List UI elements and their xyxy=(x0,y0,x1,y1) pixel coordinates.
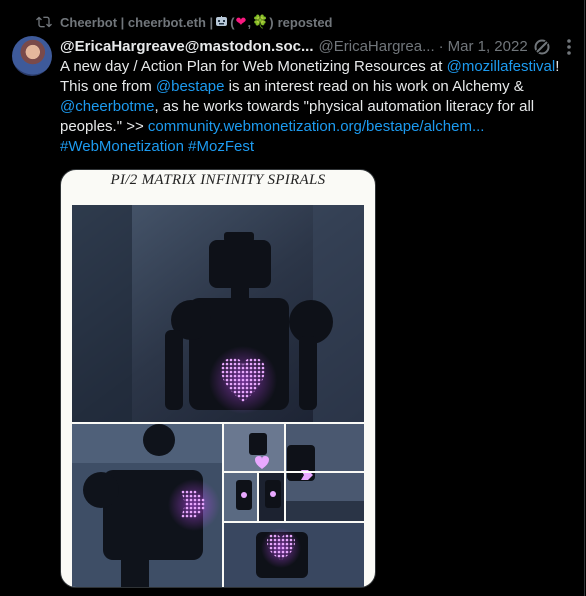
media-image[interactable]: PI/2 MATRIX INFINITY SPIRALS xyxy=(60,169,376,588)
clover-emoji: 🍀 xyxy=(252,14,269,29)
post-body: A new day / Action Plan for Web Monetizi… xyxy=(60,57,576,157)
post-date[interactable]: Mar 1, 2022 xyxy=(448,38,528,55)
robot-emoji-icon xyxy=(215,16,228,28)
repost-paren-open: ( xyxy=(230,14,235,30)
fediverse-icon[interactable] xyxy=(532,37,552,57)
hashtag-mozfest[interactable]: #MozFest xyxy=(188,138,254,155)
mention-mozillafestival[interactable]: @mozillafestival xyxy=(447,58,556,75)
repost-paren-close: ) xyxy=(269,14,274,30)
repost-icon xyxy=(36,14,52,30)
robot-heart-collage xyxy=(72,205,364,587)
body-text-3: is an interest read on his work on Alche… xyxy=(224,78,524,95)
post-card[interactable]: Cheerbot | cheerbot.eth | ( ❤ , 🍀 ) repo… xyxy=(0,0,585,596)
hashtag-webmonetization[interactable]: #WebMonetization xyxy=(60,138,184,155)
body-text-1: A new day / Action Plan for Web Monetizi… xyxy=(60,58,447,75)
article-link[interactable]: community.webmonetization.org/bestape/al… xyxy=(148,118,485,135)
more-icon[interactable] xyxy=(560,37,578,57)
repost-context[interactable]: Cheerbot | cheerbot.eth | ( ❤ , 🍀 ) repo… xyxy=(36,13,333,31)
avatar[interactable] xyxy=(12,36,52,76)
mention-cheerbotme[interactable]: @cheerbotme xyxy=(60,98,154,115)
repost-user[interactable]: Cheerbot | cheerbot.eth | xyxy=(60,15,213,30)
display-name[interactable]: @EricaHargreave@mastodon.soc... xyxy=(60,38,314,55)
repost-sep: , xyxy=(247,14,252,30)
user-handle[interactable]: @EricaHargrea... xyxy=(319,38,435,55)
mention-bestape[interactable]: @bestape xyxy=(156,78,225,95)
separator-dot: · xyxy=(438,37,444,55)
heart-emoji: ❤ xyxy=(235,14,247,29)
repost-suffix: reposted xyxy=(277,14,333,30)
post-header: @EricaHargreave@mastodon.soc... @EricaHa… xyxy=(60,36,570,56)
